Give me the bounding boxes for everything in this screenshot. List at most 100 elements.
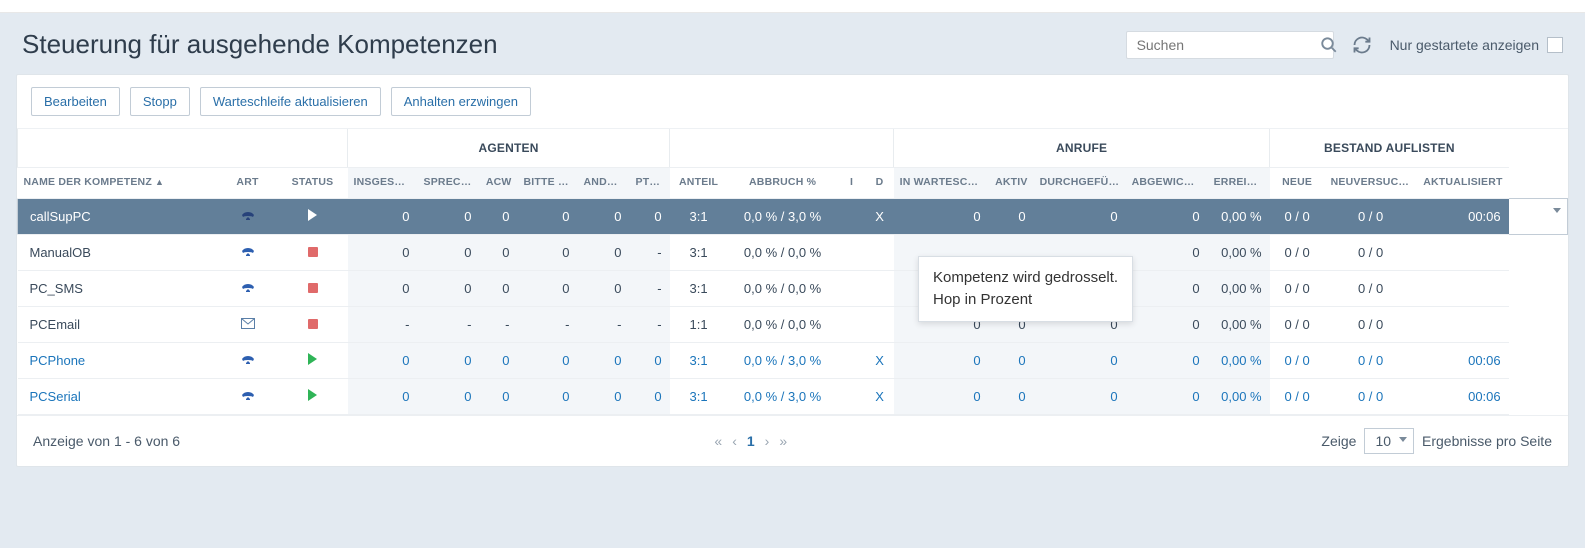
phone-out-icon	[241, 283, 255, 293]
cell: 0	[1034, 199, 1126, 235]
cell: 0	[518, 199, 578, 235]
cell	[218, 379, 278, 415]
col-speak[interactable]: SPRECHEN	[418, 168, 480, 199]
cell: 0 / 0	[1270, 307, 1325, 343]
cell: 0	[578, 235, 630, 271]
table-row[interactable]: PCPhone0000003:10,0 % / 3,0 %X00000,00 %…	[18, 343, 1568, 379]
cell: 0	[1126, 235, 1208, 271]
edit-button[interactable]: Bearbeiten	[31, 87, 120, 116]
cell: 0	[630, 379, 670, 415]
phone-out-icon	[241, 355, 255, 365]
cell: 0	[894, 199, 989, 235]
col-acw[interactable]: ACW	[480, 168, 518, 199]
cell: 0	[418, 199, 480, 235]
cell: PCEmail	[18, 307, 218, 343]
refresh-icon[interactable]	[1352, 35, 1372, 55]
per-page-select[interactable]: 10	[1364, 428, 1414, 454]
col-wait[interactable]: BITTE WARTEN!	[518, 168, 578, 199]
tooltip: Kompetenz wird gedrosselt. Hop in Prozen…	[918, 256, 1133, 322]
col-executed[interactable]: DURCHGEFÜHRT	[1034, 168, 1126, 199]
page-last-icon[interactable]: »	[779, 433, 787, 449]
cell: 0,0 % / 3,0 %	[728, 343, 838, 379]
play-icon	[308, 209, 317, 221]
search-icon[interactable]	[1320, 36, 1338, 54]
phone-out-icon	[241, 391, 255, 401]
col-name[interactable]: NAME DER KOMPETENZ▲	[18, 168, 218, 199]
cell: -	[348, 307, 418, 343]
cell: 0	[1126, 379, 1208, 415]
cell: callSupPC	[18, 199, 218, 235]
stop-icon	[308, 283, 318, 293]
col-i[interactable]: I	[838, 168, 866, 199]
cell	[278, 307, 348, 343]
cell: 0,00 %	[1208, 307, 1270, 343]
cell	[218, 343, 278, 379]
cell	[1417, 235, 1509, 271]
refresh-queue-button[interactable]: Warteschleife aktualisieren	[200, 87, 381, 116]
cell: 0 / 0	[1270, 199, 1325, 235]
cell: 0 / 0	[1325, 199, 1417, 235]
col-type[interactable]: ART	[218, 168, 278, 199]
skills-table: AGENTEN ANRUFE BESTAND AUFLISTEN NAME DE…	[17, 129, 1568, 415]
cell	[866, 307, 894, 343]
table-row[interactable]: PCSerial0000003:10,0 % / 3,0 %X00000,00 …	[18, 379, 1568, 415]
cell: -	[630, 271, 670, 307]
col-d[interactable]: D	[866, 168, 894, 199]
cell: 0 / 0	[1325, 307, 1417, 343]
cell: 0	[418, 343, 480, 379]
cell: X	[866, 343, 894, 379]
col-ptnl[interactable]: PTNL	[630, 168, 670, 199]
cell	[866, 235, 894, 271]
stop-icon	[308, 319, 318, 329]
table-row[interactable]: PCEmail------1:10,0 % / 0,0 %00000,00 %0…	[18, 307, 1568, 343]
col-new[interactable]: NEUE	[1270, 168, 1325, 199]
page-prev-icon[interactable]: ‹	[732, 433, 737, 449]
cell	[1417, 307, 1509, 343]
cell: -	[578, 307, 630, 343]
show-started-toggle[interactable]: Nur gestartete anzeigen	[1390, 37, 1563, 53]
search-box[interactable]	[1126, 31, 1334, 59]
cell	[278, 271, 348, 307]
cell: PCPhone	[18, 343, 218, 379]
cell: 0,00 %	[1208, 271, 1270, 307]
col-total[interactable]: INSGESAMT	[348, 168, 418, 199]
page-first-icon[interactable]: «	[714, 433, 722, 449]
cell: 0,0 % / 0,0 %	[728, 235, 838, 271]
cell	[278, 379, 348, 415]
cell: 0	[894, 379, 989, 415]
col-active[interactable]: AKTIV	[989, 168, 1034, 199]
cell: 0	[989, 379, 1034, 415]
stop-button[interactable]: Stopp	[130, 87, 190, 116]
col-retries[interactable]: NEUVERSUCHE	[1325, 168, 1417, 199]
cell: -	[418, 307, 480, 343]
col-handled[interactable]: ABGEWICKELT	[1126, 168, 1208, 199]
cell: 0	[630, 343, 670, 379]
per-page-label: Zeige	[1321, 433, 1356, 449]
col-reached[interactable]: ERREICHT %	[1208, 168, 1270, 199]
cell	[838, 199, 866, 235]
search-input[interactable]	[1135, 36, 1320, 54]
col-other[interactable]: ANDERE	[578, 168, 630, 199]
col-ratio[interactable]: ANTEIL	[670, 168, 728, 199]
cell: 0,0 % / 0,0 %	[728, 271, 838, 307]
mail-icon	[241, 317, 255, 332]
phone-out-icon	[241, 211, 255, 221]
tooltip-line1: Kompetenz wird gedrosselt.	[933, 267, 1118, 289]
cell: 0	[348, 271, 418, 307]
col-status[interactable]: STATUS	[278, 168, 348, 199]
pager: « ‹ 1 › »	[714, 433, 787, 449]
col-updated[interactable]: AKTUALISIERT	[1417, 168, 1509, 199]
table-row[interactable]: callSupPC0000003:10,0 % / 3,0 %X00000,00…	[18, 199, 1568, 235]
cell: X	[866, 379, 894, 415]
cell	[278, 343, 348, 379]
cell	[1417, 271, 1509, 307]
page-next-icon[interactable]: ›	[765, 433, 770, 449]
cell: 0 / 0	[1325, 271, 1417, 307]
cell: 3:1	[670, 199, 728, 235]
table-row[interactable]: ManualOB00000-3:10,0 % / 0,0 %00,00 %0 /…	[18, 235, 1568, 271]
table-row[interactable]: PC_SMS00000-3:10,0 % / 0,0 %00000,00 %0 …	[18, 271, 1568, 307]
force-stop-button[interactable]: Anhalten erzwingen	[391, 87, 531, 116]
show-started-checkbox[interactable]	[1547, 37, 1563, 53]
col-abandon[interactable]: ABBRUCH %	[728, 168, 838, 199]
col-queue[interactable]: IN WARTESCHLEIFE	[894, 168, 989, 199]
